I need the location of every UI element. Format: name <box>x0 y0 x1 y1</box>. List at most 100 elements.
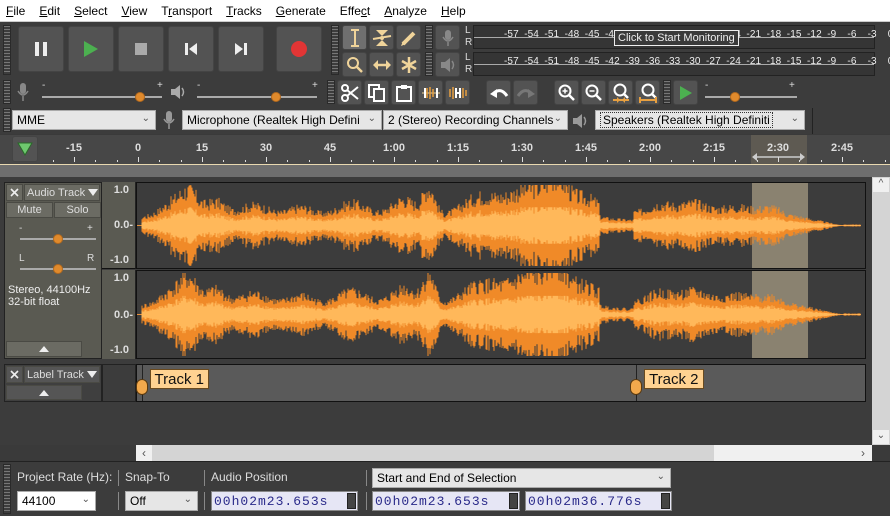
playback-meter-grip[interactable] <box>425 52 433 76</box>
play-at-speed-button[interactable] <box>673 80 698 105</box>
menu-view[interactable]: View <box>121 4 147 18</box>
meter-scale-label: -48 <box>564 29 580 40</box>
left-channel-waveform[interactable] <box>136 182 866 269</box>
scroll-up-button[interactable]: ^ <box>873 178 889 192</box>
audio-track-close-button[interactable] <box>6 184 23 201</box>
fit-project-button[interactable] <box>635 80 660 105</box>
zoom-in-button[interactable] <box>554 80 579 105</box>
record-meter-button[interactable] <box>435 25 460 50</box>
record-meter[interactable]: -57-54-51-48-45-42-39-36-33-30-27-24-21-… <box>473 25 890 49</box>
solo-button[interactable]: Solo <box>54 202 101 218</box>
selection-tool-button[interactable] <box>342 25 367 50</box>
scroll-right-button[interactable]: › <box>854 445 872 461</box>
menu-transport[interactable]: Transport <box>161 4 212 18</box>
scroll-track-right[interactable] <box>714 445 854 461</box>
stop-button[interactable] <box>118 26 164 72</box>
cut-button[interactable] <box>337 80 362 105</box>
vertical-scrollbar[interactable]: ^ ⌄ <box>872 177 890 445</box>
pan-slider[interactable] <box>20 264 96 274</box>
playback-speed-slider[interactable] <box>705 92 797 102</box>
menu-edit[interactable]: Edit <box>39 4 60 18</box>
gain-knob[interactable] <box>53 234 63 244</box>
edit-toolbar-grip[interactable] <box>327 80 335 104</box>
playback-volume-slider[interactable] <box>197 92 317 102</box>
record-button[interactable] <box>276 26 322 72</box>
timeline-ruler[interactable]: -15 0 15 30 45 1:00 1:15 1:30 1:45 2:00 2:15 2:30 2:… <box>0 135 890 165</box>
transport-toolbar-grip[interactable] <box>3 25 11 75</box>
right-channel-vertical-ruler[interactable]: 1.0 0.0- -1.0 <box>102 270 136 359</box>
menu-tracks[interactable]: Tracks <box>226 4 262 18</box>
horizontal-scrollbar[interactable]: ‹ › <box>136 445 872 461</box>
zoom-in-icon <box>558 84 575 101</box>
undo-button[interactable] <box>486 80 511 105</box>
time-format-dropdown[interactable] <box>661 493 670 509</box>
pause-button[interactable] <box>18 26 64 72</box>
redo-button[interactable] <box>513 80 538 105</box>
mixer-toolbar-grip[interactable] <box>3 80 11 104</box>
fit-selection-button[interactable] <box>608 80 633 105</box>
record-volume-slider[interactable] <box>42 92 162 102</box>
scroll-left-button[interactable]: ‹ <box>136 445 152 461</box>
project-rate-select[interactable]: 44100 ⌄ <box>17 491 96 511</box>
menu-effect[interactable]: Effect <box>340 4 370 18</box>
device-toolbar-grip[interactable] <box>3 108 11 132</box>
mute-button[interactable]: Mute <box>6 202 53 218</box>
playback-meter-button[interactable] <box>435 52 460 77</box>
label-track-area[interactable]: Track 1 Track 2 <box>135 364 866 402</box>
skip-to-start-button[interactable] <box>168 26 214 72</box>
audio-track-collapse-button[interactable] <box>6 341 82 357</box>
draw-tool-button[interactable] <box>396 25 421 50</box>
recording-device-select[interactable]: Microphone (Realtek High Defini ⌄ <box>182 110 382 130</box>
gain-slider[interactable] <box>20 234 96 244</box>
audio-track-menu-button[interactable]: Audio Track <box>24 184 100 201</box>
copy-button[interactable] <box>364 80 389 105</box>
label-track-collapse-button[interactable] <box>6 385 82 400</box>
zoom-out-button[interactable] <box>581 80 606 105</box>
audio-position-field[interactable]: 00h02m23.653s <box>211 491 358 511</box>
time-shift-tool-button[interactable] <box>369 52 394 77</box>
time-format-dropdown[interactable] <box>509 493 518 509</box>
label-handle[interactable] <box>630 379 643 395</box>
playback-device-select[interactable]: Speakers (Realtek High Definiti ⌄ <box>595 110 805 130</box>
label-track-menu-button[interactable]: Label Track <box>24 366 100 383</box>
right-channel-waveform[interactable] <box>136 270 866 359</box>
menu-generate[interactable]: Generate <box>276 4 326 18</box>
scroll-down-button[interactable]: ⌄ <box>873 430 889 444</box>
menu-file[interactable]: File <box>6 4 25 18</box>
recording-channels-select[interactable]: 2 (Stereo) Recording Channels ⌄ <box>383 110 568 130</box>
pan-knob[interactable] <box>53 264 63 274</box>
menu-select[interactable]: Select <box>74 4 107 18</box>
play-at-speed-grip[interactable] <box>663 80 671 104</box>
menu-help[interactable]: Help <box>441 4 466 18</box>
silence-audio-button[interactable] <box>445 80 470 105</box>
trim-audio-button[interactable] <box>418 80 443 105</box>
label-track-close-button[interactable] <box>6 366 23 383</box>
ruler-tick-label: 2:45 <box>830 142 854 154</box>
time-format-dropdown[interactable] <box>347 493 356 509</box>
selection-start-field[interactable]: 00h02m23.653s <box>372 491 520 511</box>
playback-speed-knob[interactable] <box>730 92 741 102</box>
skip-to-end-button[interactable] <box>218 26 264 72</box>
playback-meter[interactable]: -57 -54 -51 -48 -45 -42 -39 -36 -33 -30 -27 -24 -21-… <box>473 52 890 76</box>
record-volume-knob[interactable] <box>135 92 146 102</box>
label-text-box[interactable]: Track 2 <box>644 369 704 389</box>
label-text-box[interactable]: Track 1 <box>149 369 209 389</box>
envelope-tool-button[interactable] <box>369 25 394 50</box>
audio-host-select[interactable]: MME ⌄ <box>12 110 156 130</box>
playback-volume-knob[interactable] <box>271 92 282 102</box>
play-button[interactable] <box>68 26 114 72</box>
snap-to-select[interactable]: Off ⌄ <box>125 491 198 511</box>
paste-button[interactable] <box>391 80 416 105</box>
label-handle[interactable] <box>135 379 148 395</box>
record-meter-grip[interactable] <box>425 25 433 49</box>
ruler-scrub-area[interactable] <box>0 165 890 177</box>
selection-mode-select[interactable]: Start and End of Selection ⌄ <box>372 468 671 488</box>
selection-end-field[interactable]: 00h02m36.776s <box>525 491 672 511</box>
zoom-tool-button[interactable] <box>342 52 367 77</box>
tools-toolbar-grip[interactable] <box>331 25 339 75</box>
timeline-options-button[interactable] <box>12 136 38 162</box>
left-channel-vertical-ruler[interactable]: 1.0 0.0- -1.0 <box>102 182 136 269</box>
multi-tool-button[interactable] <box>396 52 421 77</box>
selection-toolbar-grip[interactable] <box>3 464 11 514</box>
menu-analyze[interactable]: Analyze <box>384 4 427 18</box>
